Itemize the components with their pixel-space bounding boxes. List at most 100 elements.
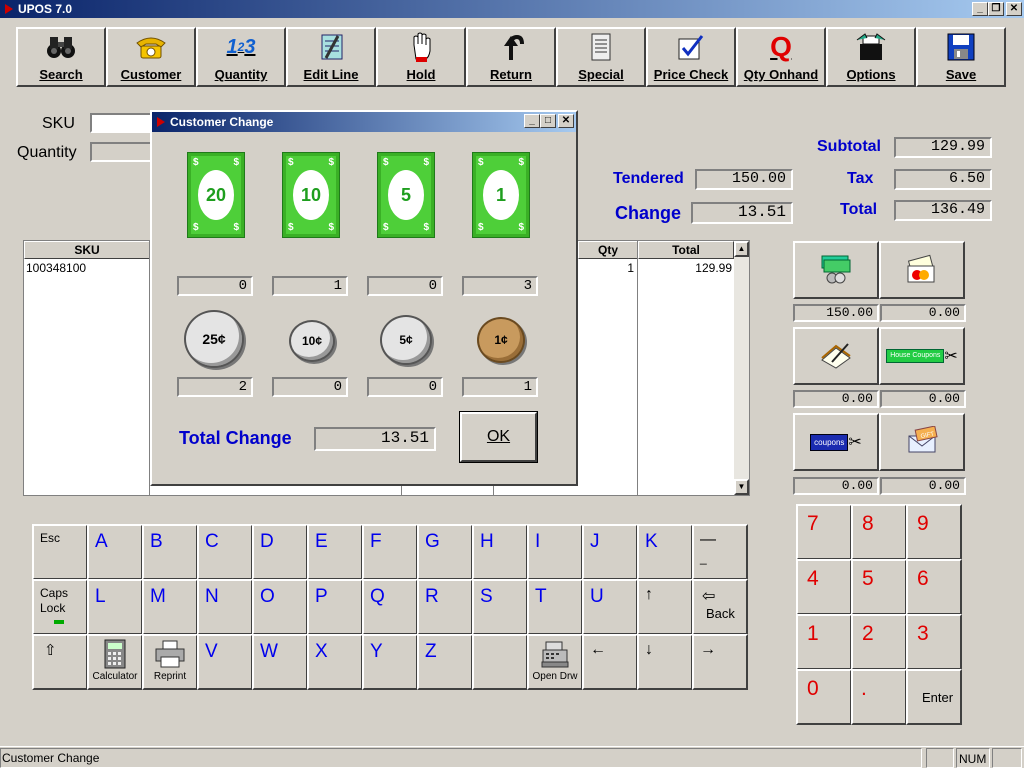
special-button[interactable]: Special (556, 27, 646, 87)
numpad-2[interactable]: 2 (851, 614, 907, 670)
credit-card-payment-button[interactable] (879, 241, 965, 299)
key-v[interactable]: V (197, 634, 253, 690)
hold-button[interactable]: Hold (376, 27, 466, 87)
numpad-0[interactable]: 0 (796, 669, 852, 725)
bill-10[interactable]: $ $ $ $ 10 (282, 152, 340, 238)
column-header-qty[interactable]: Qty (578, 241, 638, 259)
dialog-minimize-button[interactable]: _ (524, 114, 540, 128)
total-value: 136.49 (894, 200, 992, 221)
key-e[interactable]: E (307, 524, 363, 580)
gift-certificate-amount: 0.00 (880, 477, 966, 495)
key-t[interactable]: T (527, 579, 583, 635)
cash-payment-button[interactable] (793, 241, 879, 299)
sku-input[interactable] (90, 113, 152, 133)
dialog-close-button[interactable]: ✕ (558, 114, 574, 128)
dialog-maximize-button[interactable]: □ (540, 114, 556, 128)
key-o[interactable]: O (252, 579, 308, 635)
gift-certificate-button[interactable]: GIFT (879, 413, 965, 471)
search-button[interactable]: Search (16, 27, 106, 87)
key-g[interactable]: G (417, 524, 473, 580)
tendered-label: Tendered (613, 170, 684, 187)
numpad-8[interactable]: 8 (851, 504, 907, 560)
key-i[interactable]: I (527, 524, 583, 580)
key-f[interactable]: F (362, 524, 418, 580)
key-up-arrow[interactable]: ↑ (637, 579, 693, 635)
numpad-7[interactable]: 7 (796, 504, 852, 560)
qty-onhand-button[interactable]: Q Qty Onhand (736, 27, 826, 87)
bill-20[interactable]: $ $ $ $ 20 (187, 152, 245, 238)
key-p[interactable]: P (307, 579, 363, 635)
key-y[interactable]: Y (362, 634, 418, 690)
numpad-4[interactable]: 4 (796, 559, 852, 615)
coin-dime[interactable]: 10¢ (289, 320, 335, 362)
coin-penny[interactable]: 1¢ (477, 317, 525, 363)
tax-label: Tax (847, 170, 874, 187)
numpad-enter[interactable]: Enter (906, 669, 962, 725)
house-coupons-button[interactable]: House Coupons ✂ (879, 327, 965, 385)
ok-button[interactable]: OK (459, 411, 538, 463)
grid-scrollbar[interactable]: ▲ ▼ (734, 241, 749, 495)
numpad-decimal[interactable]: . (851, 669, 907, 725)
column-header-total[interactable]: Total (638, 241, 734, 259)
reprint-button[interactable]: Reprint (142, 634, 198, 690)
key-caps-lock[interactable]: Caps Lock (32, 579, 88, 635)
quantity-input[interactable] (90, 142, 152, 162)
numpad-1[interactable]: 1 (796, 614, 852, 670)
key-right-arrow[interactable]: → (692, 634, 748, 690)
key-b[interactable]: B (142, 524, 198, 580)
customer-button[interactable]: Customer (106, 27, 196, 87)
key-c[interactable]: C (197, 524, 253, 580)
minimize-button[interactable]: _ (972, 2, 988, 16)
key-j[interactable]: J (582, 524, 638, 580)
key-s[interactable]: S (472, 579, 528, 635)
calculator-button[interactable]: Calculator (87, 634, 143, 690)
key-a[interactable]: A (87, 524, 143, 580)
key-d[interactable]: D (252, 524, 308, 580)
return-button[interactable]: Return (466, 27, 556, 87)
key-w[interactable]: W (252, 634, 308, 690)
numpad-9[interactable]: 9 (906, 504, 962, 560)
document-icon (584, 32, 618, 62)
bill-5[interactable]: $ $ $ $ 5 (377, 152, 435, 238)
key-shift[interactable]: ⇧ (32, 634, 88, 690)
open-drawer-button[interactable]: Open Drw (527, 634, 583, 690)
key-blank[interactable] (472, 634, 528, 690)
column-header-sku[interactable]: SKU (24, 241, 150, 259)
key-left-arrow[interactable]: ← (582, 634, 638, 690)
key-z[interactable]: Z (417, 634, 473, 690)
key-q[interactable]: Q (362, 579, 418, 635)
coupons-button[interactable]: coupons ✂ (793, 413, 879, 471)
price-check-button[interactable]: Price Check (646, 27, 736, 87)
total-change-label: Total Change (179, 428, 292, 448)
numpad-3[interactable]: 3 (906, 614, 962, 670)
key-u[interactable]: U (582, 579, 638, 635)
key-down-arrow[interactable]: ↓ (637, 634, 693, 690)
check-payment-button[interactable] (793, 327, 879, 385)
close-button[interactable]: ✕ (1006, 2, 1022, 16)
scroll-up-button[interactable]: ▲ (734, 241, 749, 257)
coin-quarter[interactable]: 25¢ (184, 310, 244, 368)
key-r[interactable]: R (417, 579, 473, 635)
dialog-app-icon (155, 116, 167, 128)
key-k[interactable]: K (637, 524, 693, 580)
key-dash[interactable]: — _ (692, 524, 748, 580)
key-n[interactable]: N (197, 579, 253, 635)
coin-nickel[interactable]: 5¢ (380, 315, 432, 365)
options-button[interactable]: Options (826, 27, 916, 87)
edit-line-button[interactable]: Edit Line (286, 27, 376, 87)
restore-button[interactable]: ❐ (988, 2, 1004, 16)
key-x[interactable]: X (307, 634, 363, 690)
quantity-button[interactable]: 123 Quantity (196, 27, 286, 87)
key-esc[interactable]: Esc (32, 524, 88, 580)
numpad-5[interactable]: 5 (851, 559, 907, 615)
scroll-down-button[interactable]: ▼ (734, 479, 749, 495)
save-button[interactable]: Save (916, 27, 1006, 87)
bill-1[interactable]: $ $ $ $ 1 (472, 152, 530, 238)
key-l[interactable]: L (87, 579, 143, 635)
key-backspace[interactable]: ⇦ Back (692, 579, 748, 635)
numpad-6[interactable]: 6 (906, 559, 962, 615)
key-m[interactable]: M (142, 579, 198, 635)
dialog-title-bar: Customer Change _ □ ✕ (152, 112, 576, 132)
cash-amount: 150.00 (793, 304, 879, 322)
key-h[interactable]: H (472, 524, 528, 580)
